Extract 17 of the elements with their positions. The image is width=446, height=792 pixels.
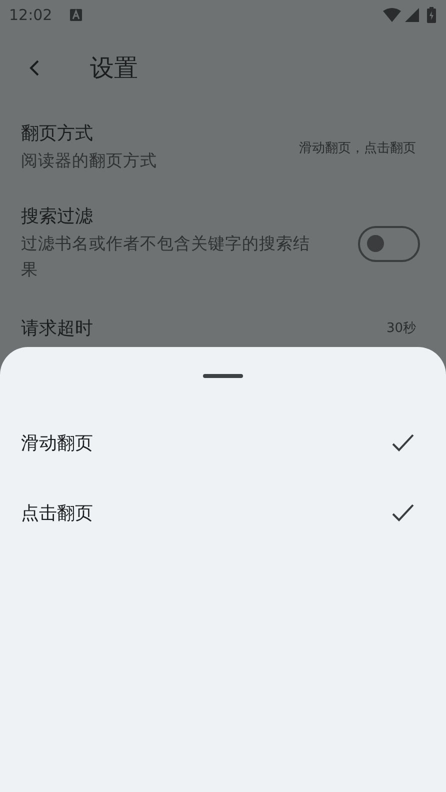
setting-title: 请求超时: [21, 317, 94, 340]
setting-value: 滑动翻页，点击翻页: [299, 140, 416, 156]
page-title: 设置: [90, 53, 138, 84]
drag-handle[interactable]: [203, 374, 243, 378]
wifi-icon: [383, 8, 401, 22]
setting-title: 翻页方式: [21, 122, 94, 145]
setting-description: 过滤书名或作者不包含关键字的搜索结果: [21, 233, 311, 281]
setting-description: 阅读器的翻页方式: [21, 150, 158, 172]
option-label[interactable]: 点击翻页: [21, 501, 392, 525]
status-time: 12:02: [9, 6, 52, 24]
option-label[interactable]: 滑动翻页: [21, 431, 392, 455]
setting-value: 30秒: [386, 320, 416, 337]
signal-icon: [405, 8, 419, 22]
notification-icon: [70, 9, 82, 21]
setting-title: 搜索过滤: [21, 205, 94, 228]
battery-icon: [427, 7, 436, 23]
toggle-switch[interactable]: [358, 226, 420, 262]
